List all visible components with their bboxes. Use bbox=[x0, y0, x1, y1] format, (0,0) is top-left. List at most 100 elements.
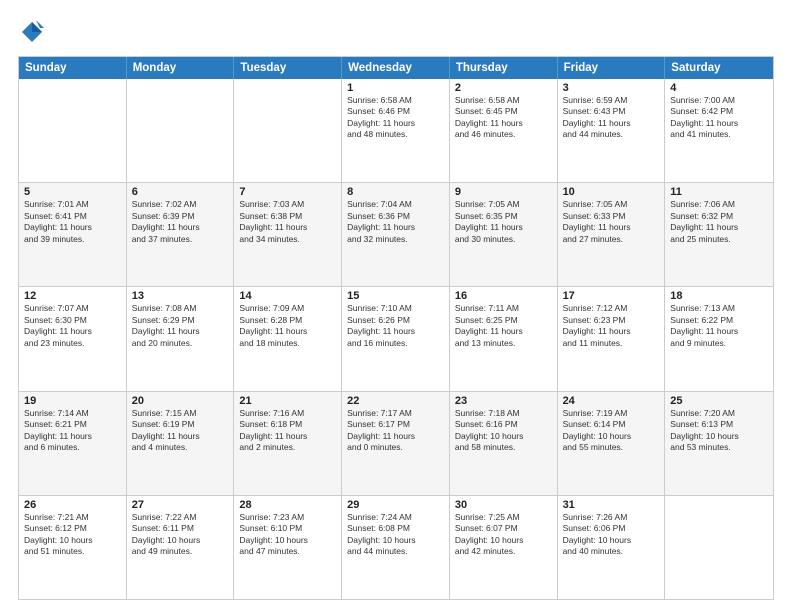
calendar-cell: 11Sunrise: 7:06 AM Sunset: 6:32 PM Dayli… bbox=[665, 183, 773, 286]
cell-info: Sunrise: 7:15 AM Sunset: 6:19 PM Dayligh… bbox=[132, 408, 229, 454]
calendar: SundayMondayTuesdayWednesdayThursdayFrid… bbox=[18, 56, 774, 600]
cell-info: Sunrise: 7:21 AM Sunset: 6:12 PM Dayligh… bbox=[24, 512, 121, 558]
cell-info: Sunrise: 7:12 AM Sunset: 6:23 PM Dayligh… bbox=[563, 303, 660, 349]
day-number: 15 bbox=[347, 290, 444, 302]
weekday-header: Wednesday bbox=[342, 57, 450, 79]
day-number: 8 bbox=[347, 186, 444, 198]
cell-info: Sunrise: 7:16 AM Sunset: 6:18 PM Dayligh… bbox=[239, 408, 336, 454]
calendar-cell: 10Sunrise: 7:05 AM Sunset: 6:33 PM Dayli… bbox=[558, 183, 666, 286]
day-number: 13 bbox=[132, 290, 229, 302]
day-number: 23 bbox=[455, 395, 552, 407]
cell-info: Sunrise: 7:14 AM Sunset: 6:21 PM Dayligh… bbox=[24, 408, 121, 454]
calendar-cell: 20Sunrise: 7:15 AM Sunset: 6:19 PM Dayli… bbox=[127, 392, 235, 495]
day-number: 5 bbox=[24, 186, 121, 198]
cell-info: Sunrise: 7:03 AM Sunset: 6:38 PM Dayligh… bbox=[239, 199, 336, 245]
logo-icon bbox=[18, 18, 46, 46]
day-number: 28 bbox=[239, 499, 336, 511]
day-number: 2 bbox=[455, 82, 552, 94]
day-number: 30 bbox=[455, 499, 552, 511]
day-number: 6 bbox=[132, 186, 229, 198]
calendar-row: 5Sunrise: 7:01 AM Sunset: 6:41 PM Daylig… bbox=[19, 182, 773, 286]
calendar-cell: 7Sunrise: 7:03 AM Sunset: 6:38 PM Daylig… bbox=[234, 183, 342, 286]
cell-info: Sunrise: 7:01 AM Sunset: 6:41 PM Dayligh… bbox=[24, 199, 121, 245]
cell-info: Sunrise: 7:05 AM Sunset: 6:33 PM Dayligh… bbox=[563, 199, 660, 245]
calendar-cell: 14Sunrise: 7:09 AM Sunset: 6:28 PM Dayli… bbox=[234, 287, 342, 390]
weekday-header: Tuesday bbox=[234, 57, 342, 79]
cell-info: Sunrise: 7:13 AM Sunset: 6:22 PM Dayligh… bbox=[670, 303, 768, 349]
day-number: 7 bbox=[239, 186, 336, 198]
calendar-cell bbox=[234, 79, 342, 182]
page: SundayMondayTuesdayWednesdayThursdayFrid… bbox=[0, 0, 792, 612]
calendar-row: 1Sunrise: 6:58 AM Sunset: 6:46 PM Daylig… bbox=[19, 79, 773, 182]
cell-info: Sunrise: 6:58 AM Sunset: 6:45 PM Dayligh… bbox=[455, 95, 552, 141]
cell-info: Sunrise: 7:22 AM Sunset: 6:11 PM Dayligh… bbox=[132, 512, 229, 558]
calendar-cell: 21Sunrise: 7:16 AM Sunset: 6:18 PM Dayli… bbox=[234, 392, 342, 495]
cell-info: Sunrise: 7:24 AM Sunset: 6:08 PM Dayligh… bbox=[347, 512, 444, 558]
calendar-cell: 8Sunrise: 7:04 AM Sunset: 6:36 PM Daylig… bbox=[342, 183, 450, 286]
calendar-cell: 6Sunrise: 7:02 AM Sunset: 6:39 PM Daylig… bbox=[127, 183, 235, 286]
cell-info: Sunrise: 7:06 AM Sunset: 6:32 PM Dayligh… bbox=[670, 199, 768, 245]
weekday-header: Saturday bbox=[665, 57, 773, 79]
calendar-cell: 9Sunrise: 7:05 AM Sunset: 6:35 PM Daylig… bbox=[450, 183, 558, 286]
day-number: 24 bbox=[563, 395, 660, 407]
day-number: 22 bbox=[347, 395, 444, 407]
cell-info: Sunrise: 7:02 AM Sunset: 6:39 PM Dayligh… bbox=[132, 199, 229, 245]
calendar-cell: 13Sunrise: 7:08 AM Sunset: 6:29 PM Dayli… bbox=[127, 287, 235, 390]
day-number: 3 bbox=[563, 82, 660, 94]
day-number: 14 bbox=[239, 290, 336, 302]
day-number: 10 bbox=[563, 186, 660, 198]
calendar-cell: 1Sunrise: 6:58 AM Sunset: 6:46 PM Daylig… bbox=[342, 79, 450, 182]
calendar-cell: 23Sunrise: 7:18 AM Sunset: 6:16 PM Dayli… bbox=[450, 392, 558, 495]
calendar-cell: 25Sunrise: 7:20 AM Sunset: 6:13 PM Dayli… bbox=[665, 392, 773, 495]
day-number: 18 bbox=[670, 290, 768, 302]
calendar-cell: 12Sunrise: 7:07 AM Sunset: 6:30 PM Dayli… bbox=[19, 287, 127, 390]
day-number: 27 bbox=[132, 499, 229, 511]
calendar-cell: 18Sunrise: 7:13 AM Sunset: 6:22 PM Dayli… bbox=[665, 287, 773, 390]
cell-info: Sunrise: 7:23 AM Sunset: 6:10 PM Dayligh… bbox=[239, 512, 336, 558]
cell-info: Sunrise: 6:58 AM Sunset: 6:46 PM Dayligh… bbox=[347, 95, 444, 141]
calendar-cell: 29Sunrise: 7:24 AM Sunset: 6:08 PM Dayli… bbox=[342, 496, 450, 599]
calendar-cell: 31Sunrise: 7:26 AM Sunset: 6:06 PM Dayli… bbox=[558, 496, 666, 599]
cell-info: Sunrise: 7:09 AM Sunset: 6:28 PM Dayligh… bbox=[239, 303, 336, 349]
day-number: 29 bbox=[347, 499, 444, 511]
calendar-cell: 30Sunrise: 7:25 AM Sunset: 6:07 PM Dayli… bbox=[450, 496, 558, 599]
calendar-cell: 4Sunrise: 7:00 AM Sunset: 6:42 PM Daylig… bbox=[665, 79, 773, 182]
cell-info: Sunrise: 6:59 AM Sunset: 6:43 PM Dayligh… bbox=[563, 95, 660, 141]
calendar-row: 12Sunrise: 7:07 AM Sunset: 6:30 PM Dayli… bbox=[19, 286, 773, 390]
cell-info: Sunrise: 7:08 AM Sunset: 6:29 PM Dayligh… bbox=[132, 303, 229, 349]
weekday-header: Sunday bbox=[19, 57, 127, 79]
day-number: 11 bbox=[670, 186, 768, 198]
calendar-cell bbox=[19, 79, 127, 182]
day-number: 31 bbox=[563, 499, 660, 511]
calendar-cell: 19Sunrise: 7:14 AM Sunset: 6:21 PM Dayli… bbox=[19, 392, 127, 495]
calendar-row: 19Sunrise: 7:14 AM Sunset: 6:21 PM Dayli… bbox=[19, 391, 773, 495]
logo bbox=[18, 18, 50, 46]
calendar-cell: 17Sunrise: 7:12 AM Sunset: 6:23 PM Dayli… bbox=[558, 287, 666, 390]
cell-info: Sunrise: 7:07 AM Sunset: 6:30 PM Dayligh… bbox=[24, 303, 121, 349]
calendar-cell: 3Sunrise: 6:59 AM Sunset: 6:43 PM Daylig… bbox=[558, 79, 666, 182]
calendar-cell: 16Sunrise: 7:11 AM Sunset: 6:25 PM Dayli… bbox=[450, 287, 558, 390]
day-number: 19 bbox=[24, 395, 121, 407]
calendar-cell bbox=[127, 79, 235, 182]
cell-info: Sunrise: 7:11 AM Sunset: 6:25 PM Dayligh… bbox=[455, 303, 552, 349]
day-number: 4 bbox=[670, 82, 768, 94]
cell-info: Sunrise: 7:05 AM Sunset: 6:35 PM Dayligh… bbox=[455, 199, 552, 245]
cell-info: Sunrise: 7:25 AM Sunset: 6:07 PM Dayligh… bbox=[455, 512, 552, 558]
cell-info: Sunrise: 7:26 AM Sunset: 6:06 PM Dayligh… bbox=[563, 512, 660, 558]
weekday-header: Thursday bbox=[450, 57, 558, 79]
calendar-cell: 5Sunrise: 7:01 AM Sunset: 6:41 PM Daylig… bbox=[19, 183, 127, 286]
calendar-cell: 24Sunrise: 7:19 AM Sunset: 6:14 PM Dayli… bbox=[558, 392, 666, 495]
weekday-header: Monday bbox=[127, 57, 235, 79]
calendar-cell: 22Sunrise: 7:17 AM Sunset: 6:17 PM Dayli… bbox=[342, 392, 450, 495]
calendar-row: 26Sunrise: 7:21 AM Sunset: 6:12 PM Dayli… bbox=[19, 495, 773, 599]
cell-info: Sunrise: 7:10 AM Sunset: 6:26 PM Dayligh… bbox=[347, 303, 444, 349]
calendar-cell: 2Sunrise: 6:58 AM Sunset: 6:45 PM Daylig… bbox=[450, 79, 558, 182]
calendar-cell: 15Sunrise: 7:10 AM Sunset: 6:26 PM Dayli… bbox=[342, 287, 450, 390]
cell-info: Sunrise: 7:19 AM Sunset: 6:14 PM Dayligh… bbox=[563, 408, 660, 454]
cell-info: Sunrise: 7:04 AM Sunset: 6:36 PM Dayligh… bbox=[347, 199, 444, 245]
calendar-cell: 26Sunrise: 7:21 AM Sunset: 6:12 PM Dayli… bbox=[19, 496, 127, 599]
day-number: 20 bbox=[132, 395, 229, 407]
cell-info: Sunrise: 7:20 AM Sunset: 6:13 PM Dayligh… bbox=[670, 408, 768, 454]
day-number: 25 bbox=[670, 395, 768, 407]
calendar-cell: 28Sunrise: 7:23 AM Sunset: 6:10 PM Dayli… bbox=[234, 496, 342, 599]
